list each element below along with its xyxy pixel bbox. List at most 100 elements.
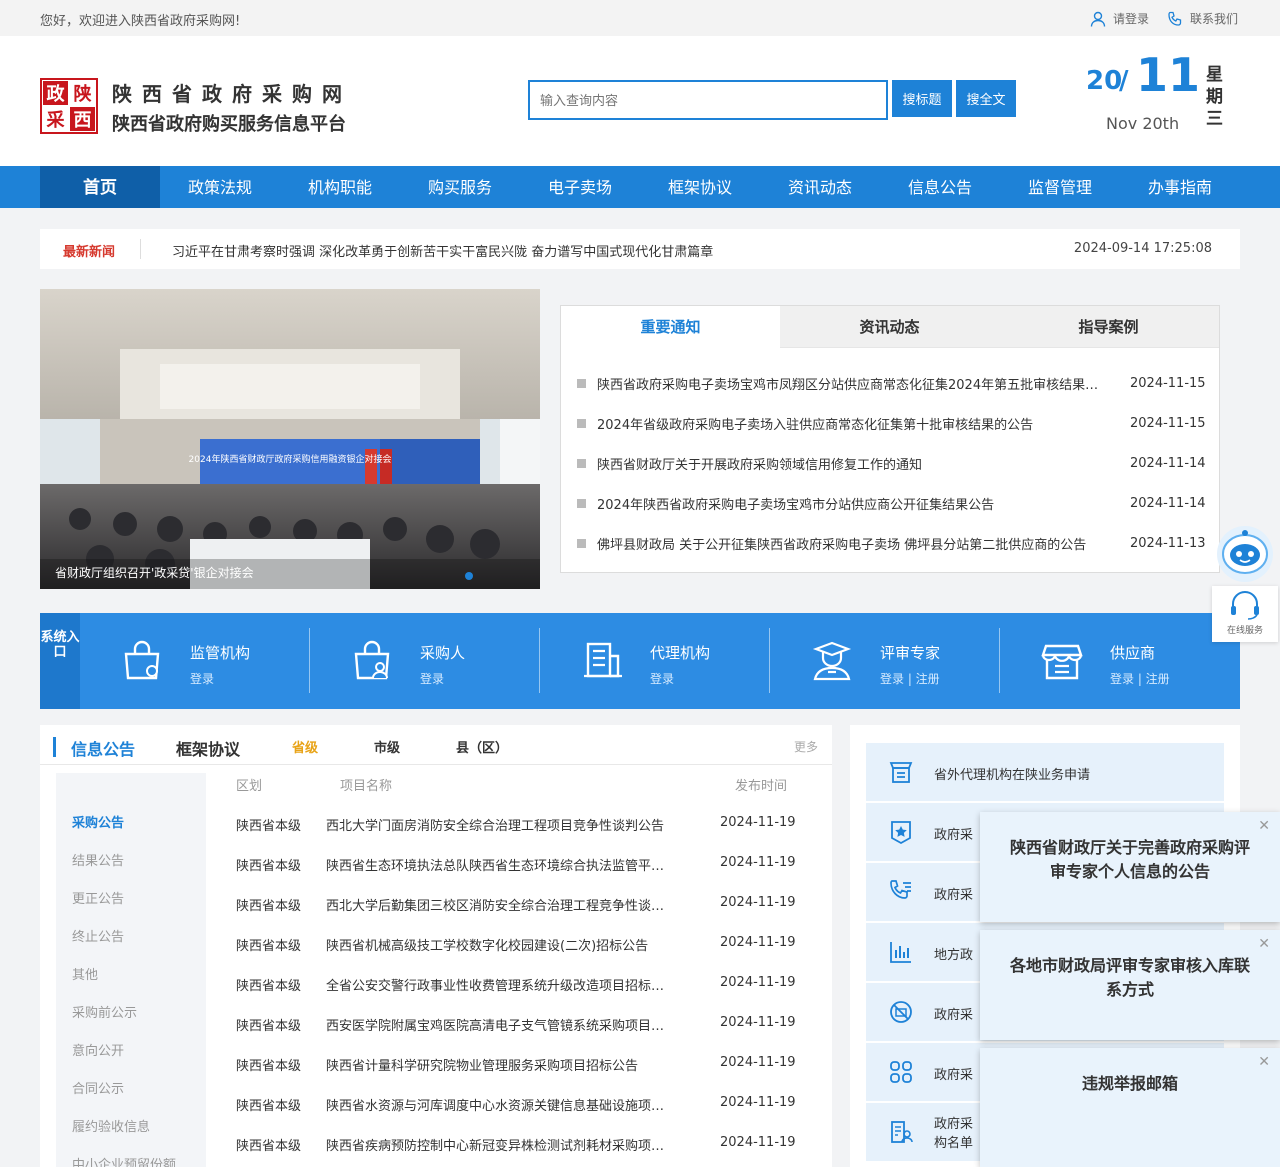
nav-purchase-service[interactable]: 购买服务 — [400, 166, 520, 208]
latest-news-link[interactable]: 习近平在甘肃考察时强调 深化改革勇于创新苦干实干富民兴陇 奋力谱写中国式现代化甘… — [172, 241, 713, 260]
project-name-cell[interactable]: 西安医学院附属宝鸡医院高清电子支气管镜系统采购项目公告 — [326, 1015, 676, 1034]
sidebar-item[interactable]: 终止公告 — [72, 926, 124, 945]
popup-title[interactable]: 违规举报邮箱 — [1004, 1072, 1256, 1096]
robot-assistant-icon[interactable] — [1212, 524, 1278, 584]
notice-item[interactable]: 2024年省级政府采购电子卖场入驻供应商常态化征集第十批审核结果的公告 2024… — [577, 414, 1207, 434]
nav-framework[interactable]: 框架协议 — [640, 166, 760, 208]
table-row[interactable]: 陕西省本级 西安医学院附属宝鸡医院高清电子支气管镜系统采购项目公告 2024-11-… — [236, 1015, 832, 1035]
notice-item[interactable]: 佛坪县财政局 关于公开征集陕西省政府采购电子卖场 佛坪县分站第二批供应商的公告 … — [577, 534, 1207, 554]
nav-home[interactable]: 首页 — [40, 166, 160, 208]
service-item[interactable]: 省外代理机构在陕业务申请 — [866, 743, 1224, 801]
popup-notice[interactable]: 违规举报邮箱 ✕ — [980, 1048, 1280, 1167]
tab-news[interactable]: 资讯动态 — [780, 306, 999, 348]
bar-chart-icon — [890, 942, 911, 963]
popup-title[interactable]: 陕西省财政厅关于完善政府采购评审专家个人信息的公告 — [1004, 836, 1256, 884]
site-subtitle: 陕西省政府购买服务信息平台 — [112, 114, 346, 135]
online-service-button[interactable]: 在线服务 — [1212, 586, 1278, 642]
sidebar-item[interactable]: 采购前公示 — [72, 1002, 137, 1021]
nav-supervision[interactable]: 监督管理 — [1000, 166, 1120, 208]
nav-policy[interactable]: 政策法规 — [160, 166, 280, 208]
project-name-cell[interactable]: 西北大学后勤集团三校区消防安全综合治理工程竞争性谈判公告 — [326, 895, 676, 914]
service-label: 政府采 — [934, 1068, 974, 1083]
project-name-cell[interactable]: 全省公安交警行政事业性收费管理系统升级改造项目招标公告 — [326, 975, 676, 994]
user-icon — [1090, 11, 1106, 27]
close-icon[interactable]: ✕ — [1258, 1054, 1270, 1070]
entry-supervisor[interactable]: 监管机构 登录 — [80, 628, 310, 693]
sidebar-item[interactable]: 其他 — [72, 964, 98, 983]
sidebar-item[interactable]: 中小企业预留份额 — [72, 1154, 192, 1167]
entry-supplier[interactable]: 供应商 登录 | 注册 — [1000, 628, 1230, 693]
project-name-cell[interactable]: 西北大学门面房消防安全综合治理工程项目竞争性谈判公告 — [326, 815, 676, 834]
nav-announcement[interactable]: 信息公告 — [880, 166, 1000, 208]
popup-notice[interactable]: 各地市财政局评审专家审核入库联系方式 ✕ — [980, 930, 1280, 1040]
table-row[interactable]: 陕西省本级 陕西省生态环境执法总队陕西省生态环境综合执法监管平台项目招标公告 202… — [236, 855, 832, 875]
close-icon[interactable]: ✕ — [1258, 936, 1270, 952]
project-name-cell[interactable]: 陕西省生态环境执法总队陕西省生态环境综合执法监管平台项目招标公告 — [326, 855, 676, 874]
more-link[interactable]: 更多 — [794, 738, 818, 755]
close-icon[interactable]: ✕ — [1258, 818, 1270, 834]
service-label: 政府采 — [934, 1008, 974, 1023]
date-cell: 2024-11-19 — [720, 815, 796, 830]
notice-date: 2024-11-15 — [1130, 376, 1206, 391]
entry-expert[interactable]: 评审专家 登录 | 注册 — [770, 628, 1000, 693]
nav-institution[interactable]: 机构职能 — [280, 166, 400, 208]
entry-agency[interactable]: 代理机构 登录 — [540, 628, 770, 693]
framework-tab[interactable]: 框架协议 — [176, 736, 240, 760]
entry-login-register[interactable]: 登录 | 注册 — [880, 670, 940, 687]
date-year: 20 — [1086, 66, 1123, 96]
popup-title[interactable]: 各地市财政局评审专家审核入库联系方式 — [1004, 954, 1256, 1002]
screen-text: 2024年陕西省财政厅政府采购信用融资银企对接会 — [189, 453, 392, 465]
notice-item[interactable]: 2024年陕西省政府采购电子卖场宝鸡市分站供应商公开征集结果公告 2024-11… — [577, 494, 1207, 514]
project-name-cell[interactable]: 陕西省疾病预防控制中心新冠变异株检测试剂耗材采购项目公告 — [326, 1135, 676, 1154]
table-row[interactable]: 陕西省本级 西北大学门面房消防安全综合治理工程项目竞争性谈判公告 2024-11-1… — [236, 815, 832, 835]
svg-text:采: 采 — [46, 110, 66, 131]
sidebar-item[interactable]: 采购公告 — [72, 812, 124, 831]
table-row[interactable]: 陕西省本级 全省公安交警行政事业性收费管理系统升级改造项目招标公告 2024-11-… — [236, 975, 832, 995]
search-title-button[interactable]: 搜标题 — [892, 80, 952, 117]
table-row[interactable]: 陕西省本级 陕西省疾病预防控制中心新冠变异株检测试剂耗材采购项目公告 2024-11… — [236, 1135, 832, 1155]
nav-news[interactable]: 资讯动态 — [760, 166, 880, 208]
filter-provincial[interactable]: 省级 — [292, 737, 318, 756]
news-carousel[interactable]: 2024年陕西省财政厅政府采购信用融资银企对接会 省财政厅组织召开'政采贷'银企… — [40, 289, 540, 589]
entry-login-link[interactable]: 登录 — [190, 670, 214, 687]
entry-login-register[interactable]: 登录 | 注册 — [1110, 670, 1170, 687]
nav-guide[interactable]: 办事指南 — [1120, 166, 1240, 208]
notice-item[interactable]: 陕西省政府采购电子卖场宝鸡市凤翔区分站供应商常态化征集2024年第五批审核结果公… — [577, 374, 1207, 394]
carousel-dot[interactable] — [465, 572, 473, 580]
tab-important-notice[interactable]: 重要通知 — [561, 306, 780, 348]
notice-item[interactable]: 陕西省财政厅关于开展政府采购领域信用修复工作的通知 2024-11-14 — [577, 454, 1207, 474]
nav-e-mall[interactable]: 电子卖场 — [520, 166, 640, 208]
table-row[interactable]: 陕西省本级 陕西省计量科学研究院物业管理服务采购项目招标公告 2024-11-19 — [236, 1055, 832, 1075]
date-cell: 2024-11-19 — [720, 895, 796, 910]
search-input[interactable] — [528, 80, 888, 120]
tab-cases[interactable]: 指导案例 — [999, 306, 1218, 348]
filter-city[interactable]: 市级 — [374, 737, 400, 756]
table-row[interactable]: 陕西省本级 西北大学后勤集团三校区消防安全综合治理工程竞争性谈判公告 2024-11… — [236, 895, 832, 915]
project-name-cell[interactable]: 陕西省水资源与河库调度中心水资源关键信息基础设施项目公告 — [326, 1095, 676, 1114]
date-cell: 2024-11-19 — [720, 1015, 796, 1030]
sidebar-item[interactable]: 合同公示 — [72, 1078, 124, 1097]
entry-login-link[interactable]: 登录 — [420, 670, 444, 687]
contact-link[interactable]: 联系我们 — [1167, 10, 1238, 27]
login-link[interactable]: 请登录 — [1090, 10, 1149, 27]
table-row[interactable]: 陕西省本级 陕西省机械高级技工学校数字化校园建设(二次)招标公告 2024-11-1… — [236, 935, 832, 955]
popup-notice[interactable]: 陕西省财政厅关于完善政府采购评审专家个人信息的公告 ✕ — [980, 812, 1280, 922]
divider — [40, 764, 832, 765]
info-tab[interactable]: 信息公告 — [71, 736, 135, 760]
notice-tabs: 重要通知 资讯动态 指导案例 — [561, 306, 1219, 348]
info-announcement-panel: 信息公告 框架协议 省级 市级 县（区） 更多 采购公告 结果公告 更正公告 终… — [40, 725, 832, 1167]
entry-purchaser[interactable]: 采购人 登录 — [310, 628, 540, 693]
sidebar-item[interactable]: 意向公开 — [72, 1040, 124, 1059]
table-row[interactable]: 陕西省本级 陕西省水资源与河库调度中心水资源关键信息基础设施项目公告 2024-11… — [236, 1095, 832, 1115]
entry-login-link[interactable]: 登录 — [650, 670, 674, 687]
search-fulltext-button[interactable]: 搜全文 — [956, 80, 1016, 117]
sidebar-item[interactable]: 结果公告 — [72, 850, 124, 869]
project-name-cell[interactable]: 陕西省机械高级技工学校数字化校园建设(二次)招标公告 — [326, 935, 676, 954]
site-logo[interactable]: 政 陕 采 西 — [40, 78, 98, 134]
filter-county[interactable]: 县（区） — [456, 737, 508, 756]
region-cell: 陕西省本级 — [236, 1099, 302, 1114]
star-badge-icon — [891, 821, 911, 845]
sidebar-item[interactable]: 更正公告 — [72, 888, 124, 907]
project-name-cell[interactable]: 陕西省计量科学研究院物业管理服务采购项目招标公告 — [326, 1055, 676, 1074]
sidebar-item[interactable]: 履约验收信息 — [72, 1116, 150, 1135]
